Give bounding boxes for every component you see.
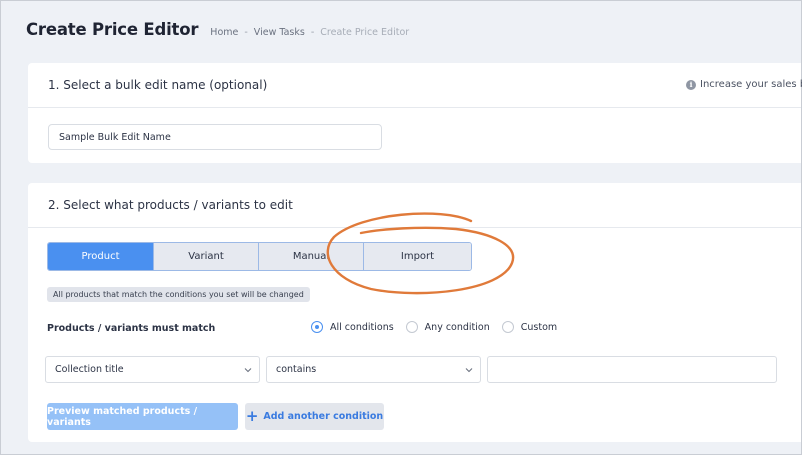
tab-manual[interactable]: Manual: [258, 243, 363, 270]
breadcrumb-current: Create Price Editor: [320, 27, 410, 38]
add-condition-button[interactable]: + Add another condition: [245, 403, 384, 430]
condition-field-value: Collection title: [55, 364, 124, 375]
condition-value-input[interactable]: [487, 356, 777, 383]
tab-import[interactable]: Import: [363, 243, 471, 270]
chevron-down-icon: [465, 368, 473, 373]
chevron-down-icon: [244, 368, 252, 373]
sales-info-text: Increase your sales by: [700, 79, 802, 90]
add-condition-label: Add another condition: [263, 411, 384, 422]
bulk-edit-name-input[interactable]: Sample Bulk Edit Name: [48, 124, 382, 150]
condition-operator-value: contains: [276, 364, 317, 375]
radio-button-checked[interactable]: [311, 321, 323, 333]
breadcrumb-separator: -: [310, 27, 315, 38]
step1-title: 1. Select a bulk edit name (optional): [48, 78, 268, 92]
radio-any-condition[interactable]: Any condition: [405, 321, 490, 333]
match-radio-group: All conditions Any condition Custom: [311, 321, 569, 333]
conditions-hint-badge: All products that match the conditions y…: [47, 287, 310, 302]
tab-product[interactable]: Product: [48, 243, 153, 270]
info-icon: i: [686, 79, 696, 90]
breadcrumb-view-tasks[interactable]: View Tasks: [254, 27, 305, 38]
match-label: Products / variants must match: [47, 323, 216, 334]
breadcrumb-home[interactable]: Home: [210, 27, 238, 38]
sales-info-note: i Increase your sales by: [686, 79, 802, 90]
preview-matched-button[interactable]: Preview matched products / variants: [47, 403, 238, 430]
radio-button[interactable]: [405, 321, 418, 333]
breadcrumb: Home - View Tasks - Create Price Editor: [210, 27, 409, 38]
bulk-edit-name-value: Sample Bulk Edit Name: [59, 131, 171, 143]
card-header: 2. Select what products / variants to ed…: [28, 183, 801, 228]
condition-operator-select[interactable]: contains: [266, 356, 481, 383]
step2-title: 2. Select what products / variants to ed…: [48, 198, 293, 212]
page-header: Create Price Editor Home - View Tasks - …: [26, 20, 409, 39]
radio-all-conditions[interactable]: All conditions: [311, 321, 394, 333]
bulk-edit-name-card: 1. Select a bulk edit name (optional) i …: [28, 63, 802, 163]
radio-button[interactable]: [501, 321, 514, 333]
radio-label: Custom: [520, 321, 558, 333]
radio-label: All conditions: [330, 321, 394, 333]
products-variants-card: 2. Select what products / variants to ed…: [28, 183, 801, 442]
selection-mode-tabs: Product Variant Manual Import: [47, 242, 472, 271]
plus-icon: +: [245, 406, 259, 425]
breadcrumb-separator: -: [244, 27, 248, 38]
condition-field-select[interactable]: Collection title: [45, 356, 260, 383]
page-title: Create Price Editor: [26, 20, 199, 39]
radio-label: Any condition: [424, 321, 490, 333]
tab-variant[interactable]: Variant: [153, 243, 258, 270]
radio-custom[interactable]: Custom: [501, 321, 558, 333]
